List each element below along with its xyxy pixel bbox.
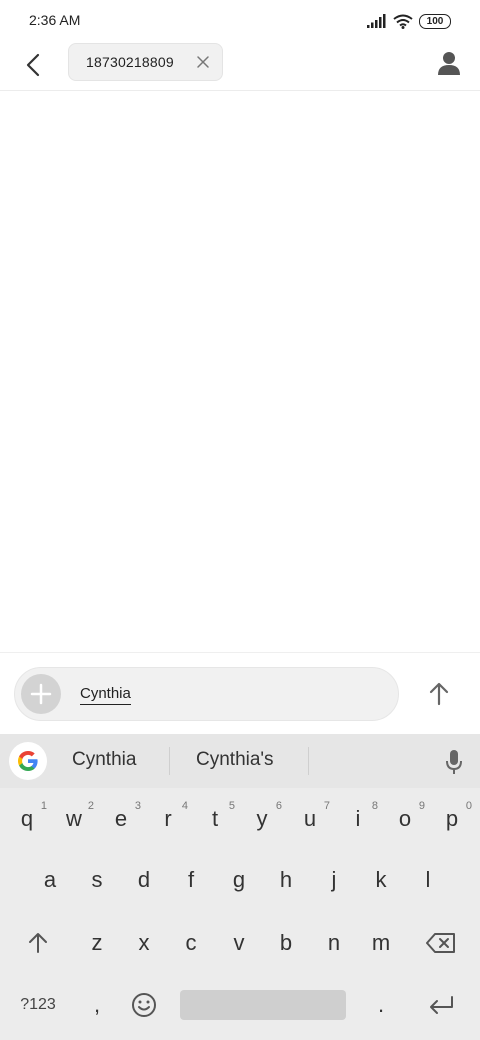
symbols-key[interactable]: ?123 xyxy=(16,990,60,1020)
recipient-number: 18730218809 xyxy=(86,54,174,70)
period-key[interactable]: . xyxy=(359,980,403,1030)
key-v[interactable]: v xyxy=(217,918,261,968)
key-label: u xyxy=(303,806,317,831)
key-hint: 1 xyxy=(40,800,47,812)
key-hint: 7 xyxy=(323,800,330,812)
key-u[interactable]: u7 xyxy=(288,794,332,844)
backspace-icon xyxy=(426,933,455,953)
key-r[interactable]: r4 xyxy=(146,794,190,844)
back-button[interactable] xyxy=(18,50,48,80)
shift-arrow-icon xyxy=(29,933,47,953)
comma-key[interactable]: , xyxy=(75,980,119,1030)
key-label: e xyxy=(114,806,128,831)
status-time: 2:36 AM xyxy=(29,12,81,28)
key-b[interactable]: b xyxy=(264,918,308,968)
conversation-header: 18730218809 xyxy=(0,40,480,91)
microphone-icon[interactable] xyxy=(444,748,464,776)
key-label: o xyxy=(398,806,412,831)
key-hint: 2 xyxy=(87,800,94,812)
key-label: i xyxy=(355,806,361,831)
key-label: w xyxy=(66,806,82,831)
suggestion-divider xyxy=(308,747,309,775)
shift-key[interactable] xyxy=(16,918,60,968)
message-thread[interactable] xyxy=(0,91,480,652)
key-c[interactable]: c xyxy=(169,918,213,968)
back-arrow-icon xyxy=(26,53,40,77)
key-hint: 4 xyxy=(181,800,188,812)
key-hint: 8 xyxy=(371,800,378,812)
key-h[interactable]: h xyxy=(264,855,308,905)
add-attachment-button[interactable] xyxy=(21,674,61,714)
suggestion-bar: Cynthia Cynthia's xyxy=(0,734,480,788)
key-y[interactable]: y6 xyxy=(240,794,284,844)
recipient-chip[interactable]: 18730218809 xyxy=(68,43,223,81)
key-s[interactable]: s xyxy=(75,855,119,905)
google-g-icon xyxy=(18,751,38,771)
suggestion-1[interactable]: Cynthia xyxy=(72,749,136,771)
status-bar: 2:36 AM 100 xyxy=(0,0,480,40)
key-a[interactable]: a xyxy=(28,855,72,905)
key-q[interactable]: q1 xyxy=(5,794,49,844)
key-g[interactable]: g xyxy=(217,855,261,905)
status-icons: 100 xyxy=(367,13,451,29)
key-label: q xyxy=(20,806,34,831)
suggestion-divider xyxy=(169,747,170,775)
key-t[interactable]: t5 xyxy=(193,794,237,844)
emoji-icon xyxy=(132,993,156,1017)
contact-icon[interactable] xyxy=(434,49,464,79)
key-k[interactable]: k xyxy=(359,855,403,905)
key-i[interactable]: i8 xyxy=(336,794,380,844)
plus-icon xyxy=(30,683,52,705)
key-m[interactable]: m xyxy=(359,918,403,968)
message-input-text: Cynthia xyxy=(80,685,131,705)
backspace-key[interactable] xyxy=(419,918,463,968)
space-key[interactable] xyxy=(180,990,346,1020)
key-x[interactable]: x xyxy=(122,918,166,968)
key-d[interactable]: d xyxy=(122,855,166,905)
google-button[interactable] xyxy=(9,742,47,780)
compose-bar: Cynthia xyxy=(0,652,480,735)
key-j[interactable]: j xyxy=(312,855,356,905)
enter-arrow-icon xyxy=(430,996,453,1014)
send-arrow-icon[interactable] xyxy=(424,679,454,709)
key-hint: 9 xyxy=(418,800,425,812)
emoji-key[interactable] xyxy=(122,980,166,1030)
key-o[interactable]: o9 xyxy=(383,794,427,844)
key-l[interactable]: l xyxy=(406,855,450,905)
key-hint: 6 xyxy=(275,800,282,812)
suggestion-2[interactable]: Cynthia's xyxy=(196,749,274,771)
message-input[interactable]: Cynthia xyxy=(14,667,399,721)
remove-recipient-icon[interactable] xyxy=(196,55,210,69)
keyboard: Cynthia Cynthia's q1 w2 e3 r4 t5 y6 u7 i… xyxy=(0,734,480,1040)
key-f[interactable]: f xyxy=(169,855,213,905)
key-label: t xyxy=(211,806,219,831)
key-w[interactable]: w2 xyxy=(52,794,96,844)
messaging-screen: 2:36 AM 100 18730218809 Cynthia Cynthia … xyxy=(0,0,480,1040)
enter-key[interactable] xyxy=(419,980,463,1030)
key-label: p xyxy=(445,806,459,831)
key-p[interactable]: p0 xyxy=(430,794,474,844)
key-z[interactable]: z xyxy=(75,918,119,968)
key-hint: 0 xyxy=(465,800,472,812)
battery-icon: 100 xyxy=(419,13,451,29)
key-hint: 3 xyxy=(134,800,141,812)
key-e[interactable]: e3 xyxy=(99,794,143,844)
key-n[interactable]: n xyxy=(312,918,356,968)
battery-level: 100 xyxy=(426,15,444,27)
key-label: r xyxy=(164,806,172,831)
wifi-icon xyxy=(393,14,413,29)
key-hint: 5 xyxy=(228,800,235,812)
key-label: y xyxy=(256,806,268,831)
signal-icon xyxy=(367,14,386,28)
